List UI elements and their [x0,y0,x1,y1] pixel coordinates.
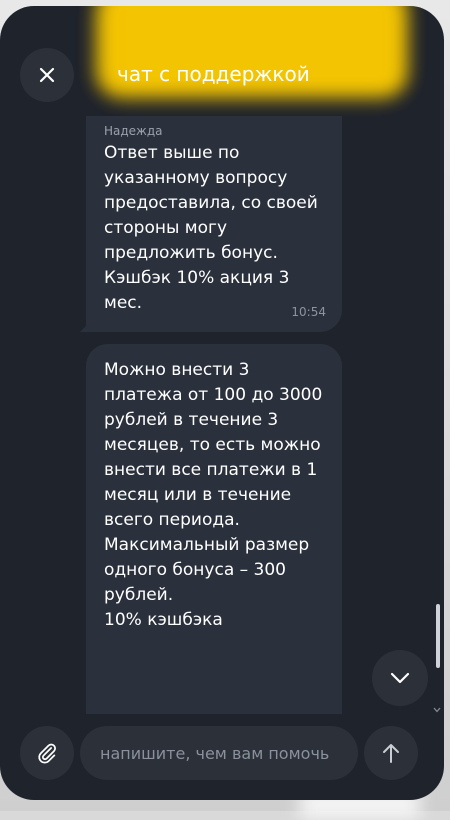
message-bubble: Можно внести 3 платежа от 100 до 3000 ру… [86,344,342,714]
close-icon [39,67,55,83]
send-button[interactable] [364,726,418,780]
message-text: Можно внести 3 платежа от 100 до 3000 ру… [104,360,323,630]
message-list[interactable]: Надежда Ответ выше по указанному вопросу… [0,116,444,714]
attach-button[interactable] [20,726,74,780]
message-time: 10:54 [291,305,326,319]
paperclip-icon [38,743,56,764]
message-sender: Надежда [104,124,163,138]
arrow-up-icon [383,744,399,763]
chevron-down-small-icon [433,707,441,713]
message-bubble: Надежда Ответ выше по указанному вопросу… [80,116,342,332]
support-chat-panel: чат с поддержкой Надежда Ответ выше по у… [0,6,444,800]
scroll-to-bottom-button[interactable] [372,650,428,706]
chevron-down-icon [390,672,410,684]
scrollbar-down-arrow[interactable] [432,705,442,715]
chat-title: чат с поддержкой [117,62,310,86]
close-button[interactable] [20,48,74,102]
bubble-tail [80,320,92,332]
message-text: Ответ выше по указанному вопросу предост… [104,143,324,313]
message-input[interactable] [80,726,358,780]
scrollbar-thumb[interactable] [436,604,440,668]
message-input-wrapper [80,726,358,780]
